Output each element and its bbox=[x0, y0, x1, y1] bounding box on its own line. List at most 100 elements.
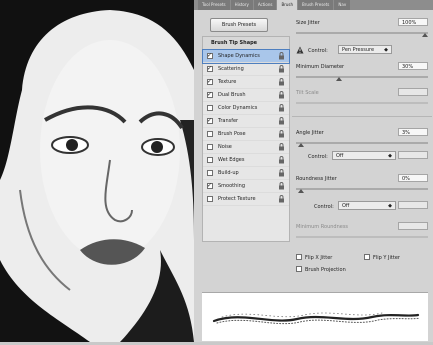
tab-tool-presets[interactable]: Tool Presets bbox=[198, 0, 230, 10]
roundness-jitter-label: Roundness Jitter bbox=[296, 176, 337, 182]
list-item-label: Build-up bbox=[218, 170, 239, 176]
portrait-sketch-image bbox=[0, 0, 194, 342]
list-item-label: Wet Edges bbox=[218, 157, 245, 163]
lock-icon[interactable] bbox=[278, 182, 285, 190]
minimum-roundness-slider[interactable] bbox=[296, 236, 428, 238]
lock-icon[interactable] bbox=[278, 169, 285, 177]
roundness-jitter-field[interactable]: 0% bbox=[398, 174, 428, 182]
angle-control-value: Off bbox=[336, 153, 344, 159]
tilt-scale-slider[interactable] bbox=[296, 102, 428, 104]
shape-dynamics-checkbox[interactable] bbox=[207, 52, 213, 59]
brush-options-list-section: Brush Presets Brush Tip Shape Shape Dyna… bbox=[202, 12, 290, 290]
wet-edges-checkbox[interactable] bbox=[207, 157, 213, 163]
lock-icon[interactable] bbox=[278, 130, 285, 138]
divider-line bbox=[292, 116, 432, 117]
list-item-label: Dual Brush bbox=[218, 92, 246, 98]
lock-icon[interactable] bbox=[278, 91, 285, 99]
lock-icon[interactable] bbox=[278, 65, 285, 73]
roundness-control-label: Control: bbox=[314, 204, 334, 210]
list-item-color-dynamics[interactable]: Color Dynamics bbox=[203, 102, 289, 115]
list-item-label: Protect Texture bbox=[218, 196, 256, 202]
list-item-label: Texture bbox=[218, 79, 237, 85]
size-jitter-field[interactable]: 100% bbox=[398, 18, 428, 26]
list-item-label: Shape Dynamics bbox=[218, 53, 260, 59]
angle-jitter-knob[interactable] bbox=[298, 143, 304, 147]
warning-icon bbox=[296, 46, 304, 54]
list-item-wet-edges[interactable]: Wet Edges bbox=[203, 154, 289, 167]
roundness-jitter-slider[interactable] bbox=[296, 188, 428, 190]
brush-settings-list: Brush Tip Shape Shape Dynamics Scatterin… bbox=[202, 36, 290, 242]
lock-icon[interactable] bbox=[278, 52, 285, 60]
flip-y-jitter-label: Flip Y Jitter bbox=[373, 255, 400, 261]
brush-pose-checkbox[interactable] bbox=[207, 131, 213, 137]
roundness-control-field[interactable] bbox=[398, 201, 428, 209]
brush-projection-checkbox[interactable] bbox=[296, 266, 302, 272]
lock-icon[interactable] bbox=[278, 117, 285, 125]
brush-stroke-preview-image bbox=[212, 312, 421, 325]
angle-control-field[interactable] bbox=[398, 151, 428, 159]
minimum-diameter-slider[interactable] bbox=[296, 76, 428, 78]
tab-history[interactable]: History bbox=[230, 0, 253, 10]
list-item-noise[interactable]: Noise bbox=[203, 141, 289, 154]
list-item-label: Brush Pose bbox=[218, 131, 246, 137]
list-item-label: Color Dynamics bbox=[218, 105, 258, 111]
shape-dynamics-settings: Size Jitter 100% Control: Pen Pressure ◆ … bbox=[292, 8, 432, 290]
list-item-dual-brush[interactable]: Dual Brush bbox=[203, 89, 289, 102]
list-item-scattering[interactable]: Scattering bbox=[203, 63, 289, 76]
list-item-protect-texture[interactable]: Protect Texture bbox=[203, 193, 289, 206]
chevron-down-icon: ◆ bbox=[388, 203, 392, 209]
roundness-control-dropdown[interactable]: Off ◆ bbox=[338, 201, 396, 210]
lock-icon[interactable] bbox=[278, 78, 285, 86]
list-item-brush-tip-shape[interactable]: Brush Tip Shape bbox=[203, 37, 289, 50]
control-dropdown[interactable]: Pen Pressure ◆ bbox=[338, 45, 392, 54]
brush-panel: Tool Presets History Actions Brush Brush… bbox=[194, 0, 433, 342]
lock-icon[interactable] bbox=[278, 104, 285, 112]
angle-jitter-label: Angle Jitter bbox=[296, 130, 324, 136]
tab-actions[interactable]: Actions bbox=[253, 0, 277, 10]
list-item-shape-dynamics[interactable]: Shape Dynamics bbox=[202, 49, 290, 64]
angle-control-dropdown[interactable]: Off ◆ bbox=[332, 151, 396, 160]
list-item-build-up[interactable]: Build-up bbox=[203, 167, 289, 180]
tilt-scale-field[interactable] bbox=[398, 88, 428, 96]
angle-jitter-field[interactable]: 3% bbox=[398, 128, 428, 136]
texture-checkbox[interactable] bbox=[207, 78, 213, 85]
chevron-down-icon: ◆ bbox=[384, 47, 388, 53]
lock-icon[interactable] bbox=[278, 195, 285, 203]
lock-icon[interactable] bbox=[278, 156, 285, 164]
chevron-down-icon: ◆ bbox=[388, 153, 392, 159]
transfer-checkbox[interactable] bbox=[207, 117, 213, 124]
protect-texture-checkbox[interactable] bbox=[207, 196, 213, 202]
minimum-diameter-label: Minimum Diameter bbox=[296, 64, 345, 70]
list-item-label: Scattering bbox=[218, 66, 244, 72]
build-up-checkbox[interactable] bbox=[207, 170, 213, 176]
brush-stroke-preview bbox=[202, 292, 428, 341]
list-item-label: Noise bbox=[218, 144, 232, 150]
size-jitter-knob[interactable] bbox=[422, 33, 428, 37]
list-item-transfer[interactable]: Transfer bbox=[203, 115, 289, 128]
size-jitter-slider[interactable] bbox=[296, 32, 428, 34]
smoothing-checkbox[interactable] bbox=[207, 182, 213, 189]
color-dynamics-checkbox[interactable] bbox=[207, 105, 213, 111]
flip-x-jitter-label: Flip X Jitter bbox=[305, 255, 333, 261]
control-label: Control: bbox=[308, 48, 328, 54]
flip-y-jitter-checkbox[interactable] bbox=[364, 254, 370, 260]
lock-icon[interactable] bbox=[278, 143, 285, 151]
flip-x-jitter-checkbox[interactable] bbox=[296, 254, 302, 260]
photoshop-brush-workspace: Tool Presets History Actions Brush Brush… bbox=[0, 0, 433, 342]
dual-brush-checkbox[interactable] bbox=[207, 91, 213, 98]
minimum-roundness-label: Minimum Roundness bbox=[296, 224, 349, 230]
minimum-diameter-field[interactable]: 30% bbox=[398, 62, 428, 70]
angle-jitter-slider[interactable] bbox=[296, 142, 428, 144]
scattering-checkbox[interactable] bbox=[207, 65, 213, 72]
minimum-roundness-field[interactable] bbox=[398, 222, 428, 230]
noise-checkbox[interactable] bbox=[207, 144, 213, 150]
roundness-control-value: Off bbox=[342, 203, 350, 209]
minimum-diameter-knob[interactable] bbox=[336, 77, 342, 81]
list-item-brush-pose[interactable]: Brush Pose bbox=[203, 128, 289, 141]
brush-projection-label: Brush Projection bbox=[305, 267, 346, 273]
list-item-texture[interactable]: Texture bbox=[203, 76, 289, 89]
canvas-photo[interactable] bbox=[0, 0, 195, 342]
brush-presets-button[interactable]: Brush Presets bbox=[210, 18, 268, 32]
roundness-jitter-knob[interactable] bbox=[298, 189, 304, 193]
list-item-smoothing[interactable]: Smoothing bbox=[203, 180, 289, 193]
